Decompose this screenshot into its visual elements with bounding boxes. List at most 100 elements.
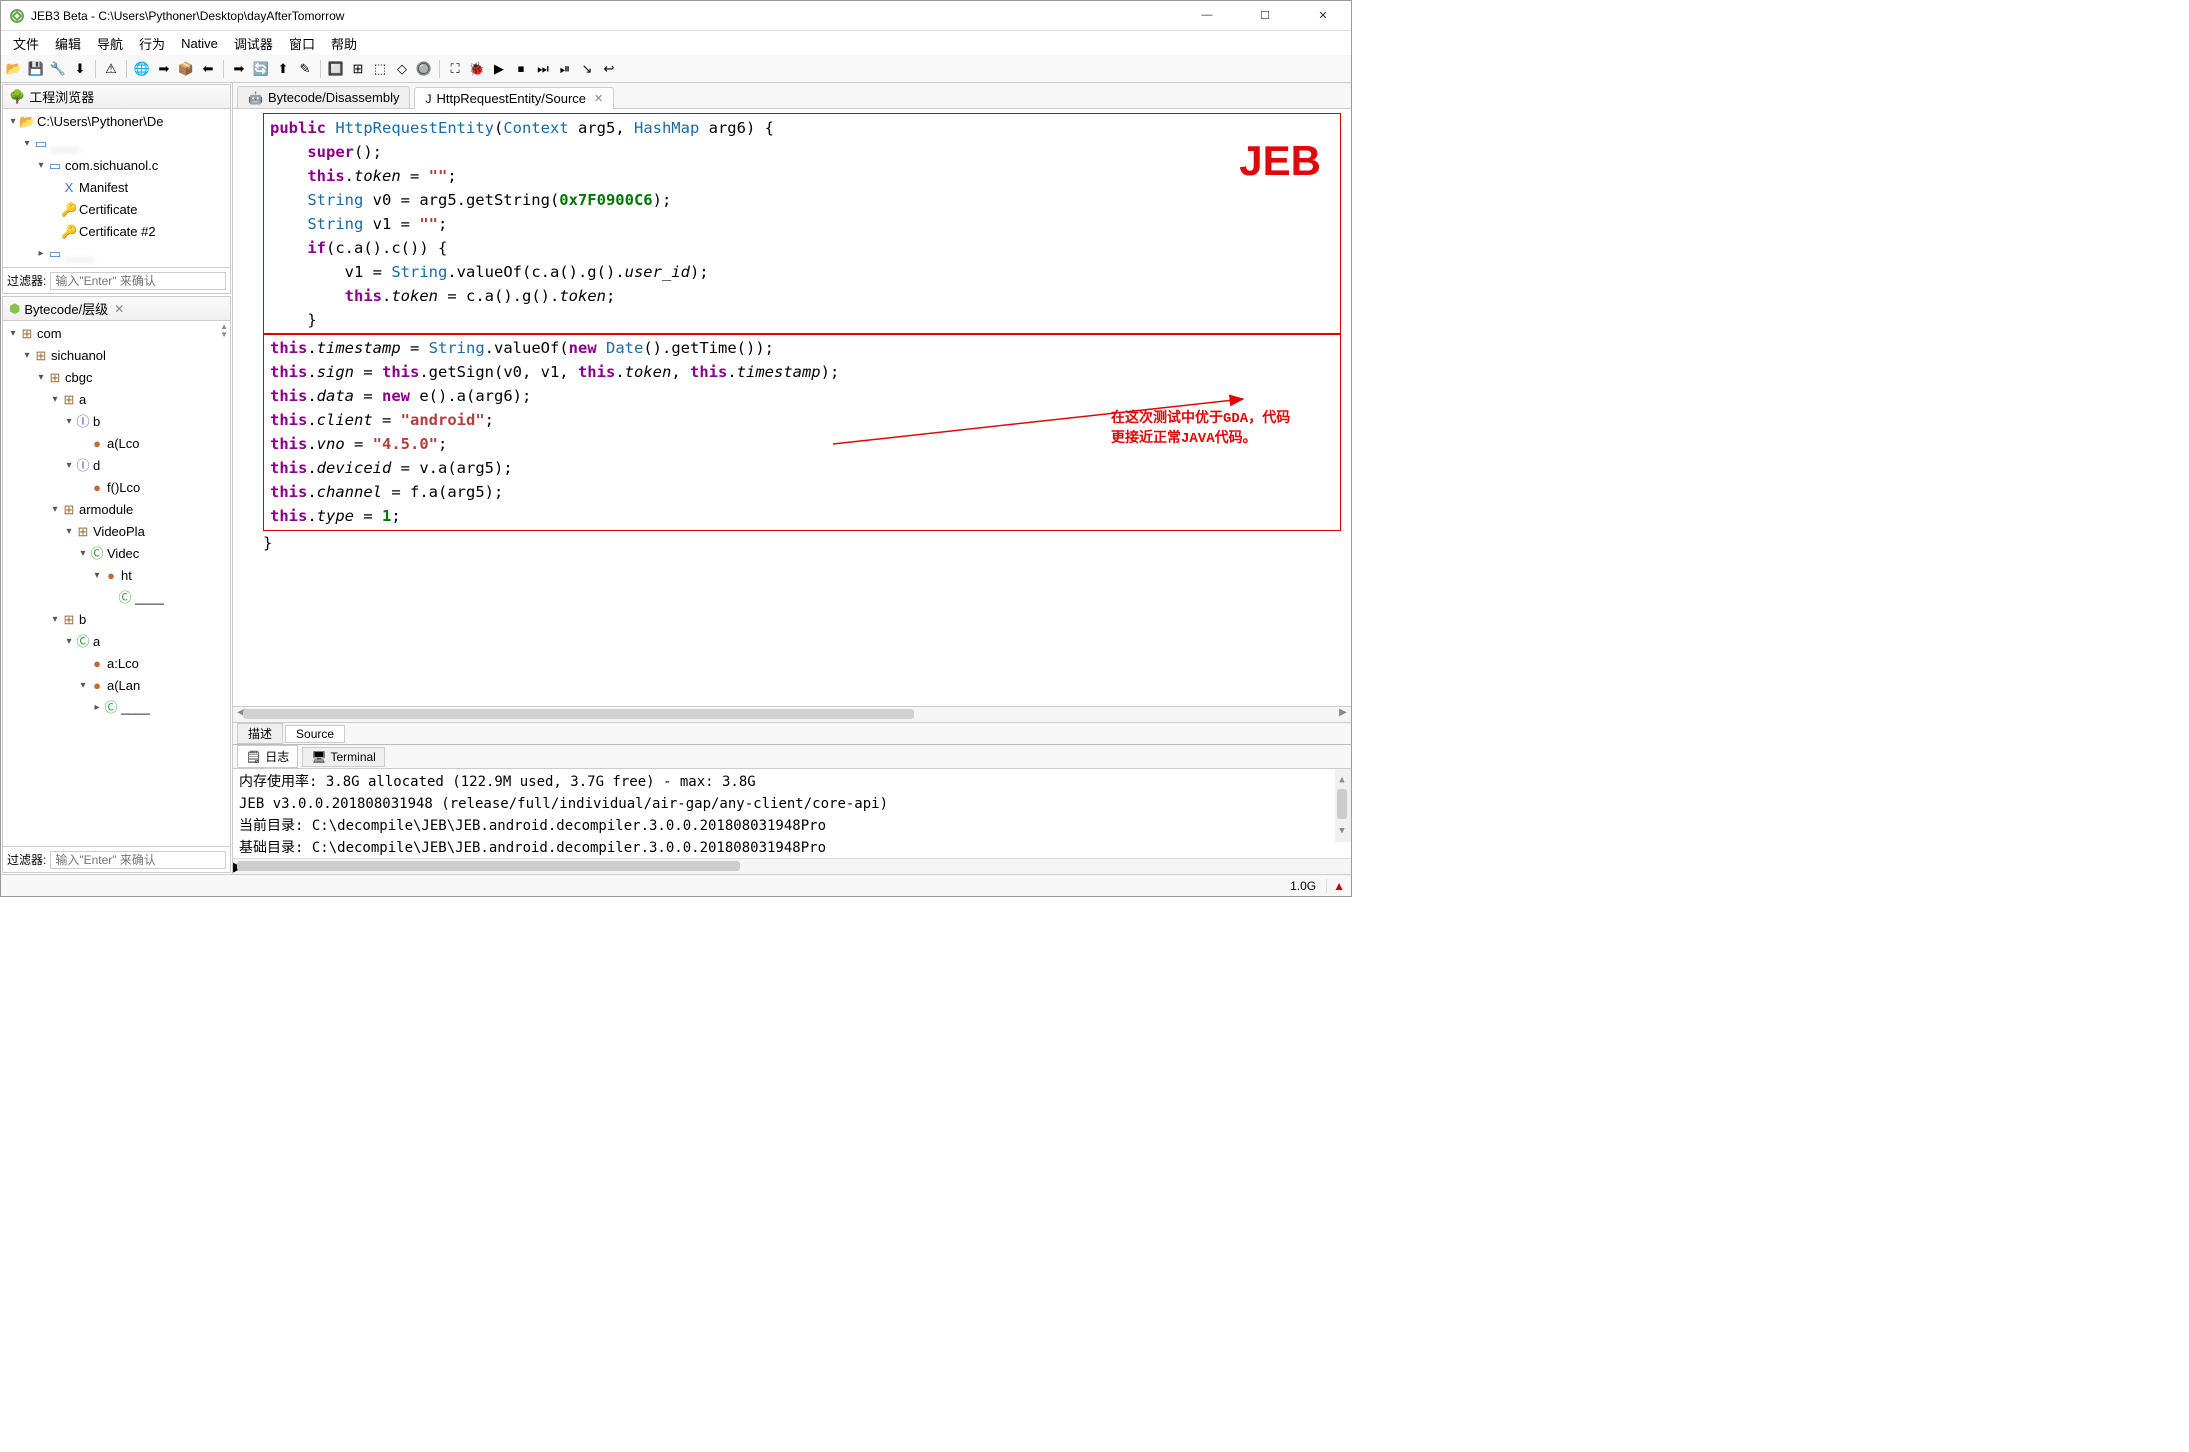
tree-caret[interactable]: ▾ [63,411,75,433]
log-vscroll[interactable]: ▲ ▼ [1335,769,1351,842]
tree-caret[interactable]: ▾ [49,499,61,521]
toolbar-btn-15[interactable]: ⬚ [371,60,389,78]
tree-node[interactable]: XManifest [5,177,228,199]
panel-close-icon[interactable]: ✕ [114,302,124,316]
menu-行为[interactable]: 行为 [131,32,173,55]
editor-hscroll[interactable]: ◀ ▶ [233,706,1351,722]
tree-node[interactable]: Ⓒ____ [5,587,228,609]
toolbar-btn-25[interactable]: ↩ [600,60,618,78]
scroll-right-icon[interactable]: ▶ [1335,707,1351,721]
log-output[interactable]: 内存使用率: 3.8G allocated (122.9M used, 3.7G… [233,769,1351,858]
tree-caret[interactable]: ▾ [21,345,33,367]
tree-node[interactable]: ▾▭____ [5,133,228,155]
toolbar-btn-22[interactable]: ⏭ [534,60,552,78]
project-filter-input[interactable] [50,272,226,290]
toolbar-btn-13[interactable]: 🔲 [327,60,345,78]
menu-导航[interactable]: 导航 [89,32,131,55]
toolbar-btn-24[interactable]: ↘ [578,60,596,78]
log-hscroll[interactable]: ▶ [233,858,1351,874]
tree-caret[interactable]: ▾ [63,521,75,543]
toolbar-btn-6[interactable]: ➡ [155,60,173,78]
tree-caret[interactable]: ▾ [77,675,89,697]
tree-node[interactable]: ●a:Lco [5,653,228,675]
toolbar-btn-4[interactable]: ⚠ [102,60,120,78]
minimize-button[interactable]: — [1187,9,1227,22]
tab-terminal[interactable]: 🖥Terminal [302,747,385,767]
toolbar-btn-23[interactable]: ⏯ [556,60,574,78]
tree-node[interactable]: ▾⊞com [5,323,228,345]
maximize-button[interactable]: ☐ [1245,9,1285,22]
tree-node[interactable]: ▾⊞VideoPla [5,521,228,543]
tree-caret[interactable]: ▾ [63,455,75,477]
tree-node[interactable]: ●a(Lco [5,433,228,455]
scroll-down-icon[interactable]: ▼ [1335,820,1349,842]
toolbar-btn-21[interactable]: ⏹ [512,60,530,78]
menu-帮助[interactable]: 帮助 [323,32,365,55]
bottom-tab-描述[interactable]: 描述 [237,723,283,744]
tree-caret[interactable]: ▸ [35,243,47,265]
tree-node[interactable]: ●f()Lco [5,477,228,499]
toolbar-btn-17[interactable]: 🔘 [415,60,433,78]
tree-node[interactable]: ▾⊞sichuanol [5,345,228,367]
tree-node[interactable]: ▾⊞cbgc [5,367,228,389]
tree-node[interactable]: ▾⊞armodule [5,499,228,521]
bottom-tab-Source[interactable]: Source [285,725,345,743]
tree-node[interactable]: ▾ⒸVidec [5,543,228,565]
toolbar-btn-18[interactable]: ⛶ [446,60,464,78]
tree-caret[interactable]: ▾ [35,155,47,177]
tree-node[interactable]: ▾●a(Lan [5,675,228,697]
toolbar-btn-11[interactable]: ⬆ [274,60,292,78]
menu-调试器[interactable]: 调试器 [226,32,281,55]
tab-close-icon[interactable]: ✕ [594,92,603,105]
tree-node[interactable]: ▾Ⓘd [5,455,228,477]
tree-caret[interactable]: ▸ [91,697,103,719]
tree-caret[interactable]: ▾ [7,111,19,133]
menu-文件[interactable]: 文件 [5,32,47,55]
editor-tab[interactable]: 🤖Bytecode/Disassembly [237,86,410,108]
tree-caret[interactable]: ▾ [7,323,19,345]
toolbar-btn-0[interactable]: 📂 [5,60,23,78]
tree-node[interactable]: ▸Ⓒ____ [5,697,228,719]
tree-caret[interactable]: ▾ [49,609,61,631]
tree-node[interactable]: ▾●ht [5,565,228,587]
tree-caret[interactable]: ▾ [63,631,75,653]
tree-caret[interactable]: ▾ [35,367,47,389]
tree-node[interactable]: ▾Ⓒa [5,631,228,653]
tree-caret[interactable]: ▾ [21,133,33,155]
menu-窗口[interactable]: 窗口 [281,32,323,55]
tree-node[interactable]: 🔑Certificate #2 [5,221,228,243]
tree-caret[interactable]: ▾ [49,389,61,411]
scroll-down-icon[interactable]: ▼ [220,331,228,339]
tree-node[interactable]: ▾⊞a [5,389,228,411]
tree-node[interactable]: ▾⊞b [5,609,228,631]
toolbar-btn-12[interactable]: ✎ [296,60,314,78]
scroll-up-icon[interactable]: ▲ [1335,769,1349,791]
tree-node[interactable]: ▾Ⓘb [5,411,228,433]
toolbar-btn-5[interactable]: 🌐 [133,60,151,78]
tree-node[interactable]: ▸▭____ [5,243,228,265]
toolbar-btn-1[interactable]: 💾 [27,60,45,78]
toolbar-btn-2[interactable]: 🔧 [49,60,67,78]
toolbar-btn-16[interactable]: ◇ [393,60,411,78]
toolbar-btn-7[interactable]: 📦 [177,60,195,78]
menu-Native[interactable]: Native [173,34,226,53]
tree-caret[interactable]: ▾ [91,565,103,587]
tab-log[interactable]: 🗒日志 [237,745,298,768]
tree-node[interactable]: ▾📂C:\Users\Pythoner\De [5,111,228,133]
toolbar-btn-20[interactable]: ▶ [490,60,508,78]
toolbar-btn-14[interactable]: ⊞ [349,60,367,78]
toolbar-btn-8[interactable]: ⬅ [199,60,217,78]
menu-编辑[interactable]: 编辑 [47,32,89,55]
toolbar-btn-19[interactable]: 🐞 [468,60,486,78]
code-editor[interactable]: public HttpRequestEntity(Context arg5, H… [233,109,1351,706]
toolbar-btn-3[interactable]: ⬇ [71,60,89,78]
tree-caret[interactable]: ▾ [77,543,89,565]
toolbar-btn-9[interactable]: ➡ [230,60,248,78]
close-button[interactable]: ✕ [1303,9,1343,22]
toolbar-btn-10[interactable]: 🔄 [252,60,270,78]
editor-tab[interactable]: JHttpRequestEntity/Source✕ [414,87,614,109]
warning-icon[interactable]: ▲ [1333,879,1345,893]
tree-node[interactable]: 🔑Certificate [5,199,228,221]
tree-node[interactable]: ▾▭com.sichuanol.c [5,155,228,177]
bytecode-filter-input[interactable] [50,851,226,869]
